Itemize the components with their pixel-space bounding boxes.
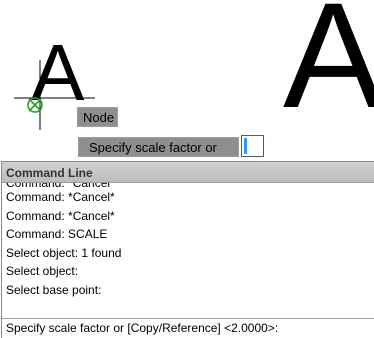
text-cursor: [244, 138, 247, 154]
dynamic-input-field[interactable]: [241, 135, 264, 157]
history-line: Command: *Cancel*: [6, 190, 115, 204]
history-line: Command: SCALE: [6, 227, 108, 241]
history-line: Select object: 1 found: [6, 246, 122, 260]
osnap-tooltip: Node: [77, 107, 118, 127]
large-letter-a: A: [283, 0, 374, 139]
history-line: Select base point:: [6, 283, 102, 297]
history-line: Select object:: [6, 264, 79, 278]
command-history[interactable]: Command: *Cancel* Command: *Cancel* Comm…: [2, 183, 374, 317]
drawing-canvas[interactable]: A A Node Specify scale factor or: [0, 0, 374, 160]
command-line-title[interactable]: Command Line: [2, 161, 374, 183]
command-line-window: Command Line Command: *Cancel* Command: …: [1, 161, 374, 338]
dynamic-input-prompt: Specify scale factor or: [78, 137, 239, 157]
command-input[interactable]: Specify scale factor or [Copy/Reference]…: [2, 318, 374, 338]
history-line: Command: *Cancel*: [6, 209, 115, 223]
